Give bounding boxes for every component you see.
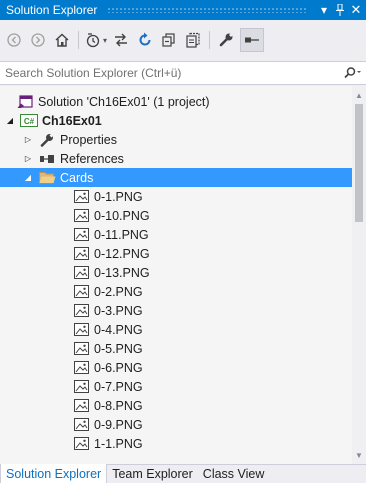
file-label: 0-10.PNG [94,208,150,223]
image-file-icon [72,206,90,225]
expanded-arrow-icon[interactable]: ◢ [22,168,34,187]
file-label: 0-7.PNG [94,379,143,394]
properties-icon[interactable] [216,27,236,53]
image-file-icon [72,301,90,320]
scroll-down-arrow-icon[interactable]: ▼ [352,448,366,462]
file-label: 0-4.PNG [94,322,143,337]
properties-label: Properties [60,132,117,147]
references-icon [38,149,56,168]
file-label: 0-9.PNG [94,417,143,432]
solution-tree: Solution 'Ch16Ex01' (1 project) ◢ C# Ch1… [0,86,352,464]
image-file-icon [72,282,90,301]
image-file-icon [72,358,90,377]
chevron-down-icon[interactable]: ▾ [316,1,332,19]
file-label: 0-3.PNG [94,303,143,318]
history-icon[interactable]: ▾ [85,27,107,53]
solution-icon [16,92,34,111]
file-label: 0-13.PNG [94,265,150,280]
chevron-down-icon[interactable]: ▾ [103,36,107,45]
sync-icon[interactable] [111,27,131,53]
solution-label: Solution 'Ch16Ex01' (1 project) [38,94,210,109]
image-file-icon [72,187,90,206]
tree-item-file[interactable]: 0-8.PNG [0,396,352,415]
file-label: 1-1.PNG [94,436,143,451]
references-label: References [60,151,124,166]
expanded-arrow-icon[interactable]: ◢ [4,111,16,130]
image-file-icon [72,225,90,244]
solution-explorer-window: Solution Explorer ▾ ✕ ▾ Search Solution … [0,0,366,483]
folder-label: Cards [60,170,94,185]
refresh-icon[interactable] [135,27,155,53]
bottom-tab-bar: Solution Explorer Team Explorer Class Vi… [0,464,366,483]
file-label: 0-12.PNG [94,246,150,261]
tree-item-file[interactable]: 0-10.PNG [0,206,352,225]
project-label: Ch16Ex01 [42,113,102,128]
file-label: 0-8.PNG [94,398,143,413]
tree-item-file[interactable]: 0-5.PNG [0,339,352,358]
forward-icon[interactable] [28,27,48,53]
tree-item-references[interactable]: ▷ References [0,149,352,168]
scroll-up-arrow-icon[interactable]: ▲ [352,88,366,102]
file-label: 0-11.PNG [94,227,149,242]
tree-item-file[interactable]: 0-7.PNG [0,377,352,396]
tree-item-file[interactable]: 0-2.PNG [0,282,352,301]
file-label: 0-1.PNG [94,189,143,204]
file-label: 0-5.PNG [94,341,143,356]
tree-item-file[interactable]: 0-12.PNG [0,244,352,263]
image-file-icon [72,377,90,396]
tree-item-file[interactable]: 0-4.PNG [0,320,352,339]
image-file-icon [72,415,90,434]
close-icon[interactable]: ✕ [348,1,364,19]
tree-item-file[interactable]: 0-1.PNG [0,187,352,206]
tree-item-file[interactable]: 0-6.PNG [0,358,352,377]
wrench-icon [38,130,56,149]
tree-item-file[interactable]: 0-9.PNG [0,415,352,434]
tree-item-file[interactable]: 0-11.PNG [0,225,352,244]
tree-item-file[interactable]: 0-13.PNG [0,263,352,282]
show-all-files-icon[interactable] [183,27,203,53]
home-icon[interactable] [52,27,72,53]
tree-item-solution[interactable]: Solution 'Ch16Ex01' (1 project) [0,92,352,111]
image-file-icon [72,396,90,415]
project-badge: C# [24,117,35,126]
preview-icon[interactable] [240,28,265,52]
image-file-icon [72,320,90,339]
window-title: Solution Explorer [6,3,98,17]
image-file-icon [72,339,90,358]
image-file-icon [72,434,90,453]
search-icon[interactable] [340,67,366,79]
tree-item-cards-folder[interactable]: ◢ Cards [0,168,352,187]
csharp-project-icon: C# [20,111,38,130]
search-input[interactable] [0,65,340,81]
collapsed-arrow-icon[interactable]: ▷ [22,149,34,168]
tree-item-properties[interactable]: ▷ Properties [0,130,352,149]
title-bar[interactable]: Solution Explorer ▾ ✕ [0,0,366,20]
toolbar: ▾ [0,22,366,58]
toolbar-separator [78,31,79,49]
tab-team-explorer[interactable]: Team Explorer [107,465,198,483]
tree-item-file[interactable]: 0-3.PNG [0,301,352,320]
tab-class-view[interactable]: Class View [198,465,270,483]
open-folder-icon [38,168,56,187]
toolbar-separator [209,31,211,49]
pin-icon[interactable] [332,1,348,19]
tab-solution-explorer[interactable]: Solution Explorer [0,464,108,483]
image-file-icon [72,244,90,263]
drag-grip[interactable] [107,7,308,13]
vertical-scrollbar[interactable]: ▲ ▼ [352,86,366,464]
collapsed-arrow-icon[interactable]: ▷ [22,130,34,149]
tree-item-project[interactable]: ◢ C# Ch16Ex01 [0,111,352,130]
image-file-icon [72,263,90,282]
tree-item-file[interactable]: 1-1.PNG [0,434,352,453]
collapse-all-icon[interactable] [159,27,179,53]
file-label: 0-6.PNG [94,360,143,375]
back-icon[interactable] [4,27,24,53]
search-box[interactable] [0,61,366,85]
scrollbar-thumb[interactable] [355,104,363,222]
file-label: 0-2.PNG [94,284,143,299]
